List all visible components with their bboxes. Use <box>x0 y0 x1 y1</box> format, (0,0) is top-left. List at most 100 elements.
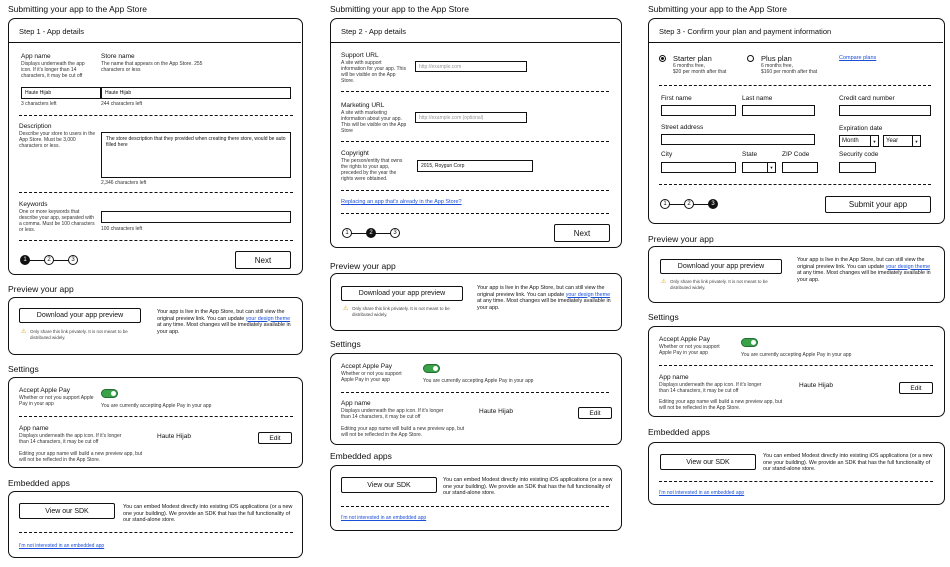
design-theme-link[interactable]: your design theme <box>886 264 930 270</box>
warning-icon: ⚠ <box>21 329 27 335</box>
submit-app-button[interactable]: Submit your app <box>825 196 931 213</box>
embedded-card: View our SDK You can embed Modest direct… <box>648 442 945 505</box>
chevron-down-icon: ▼ <box>870 136 878 146</box>
preview-card: Download your app preview ⚠ Only share t… <box>648 246 945 303</box>
view-sdk-button[interactable]: View our SDK <box>341 477 437 493</box>
view-sdk-button[interactable]: View our SDK <box>19 503 115 519</box>
step-title: Step 3 - Confirm your plan and payment i… <box>659 27 832 36</box>
download-preview-button[interactable]: Download your app preview <box>341 286 463 301</box>
not-interested-link[interactable]: I'm not interested in an embedded app <box>19 543 104 549</box>
app-name-input[interactable]: Haute Hijab <box>21 87 101 99</box>
divider <box>659 184 931 185</box>
apple-pay-toggle[interactable] <box>741 338 758 347</box>
warning-text: Only share this link privately. It is no… <box>670 279 768 290</box>
step3-card: Step 3 - Confirm your plan and payment i… <box>648 18 945 224</box>
edit-button[interactable]: Edit <box>899 382 933 394</box>
state-select[interactable]: ▼ <box>742 162 776 173</box>
section-heading: Embedded apps <box>8 478 70 488</box>
edit-button[interactable]: Edit <box>258 432 292 444</box>
marketing-url-label: Marketing URL <box>341 102 385 109</box>
city-input[interactable] <box>661 162 736 173</box>
last-name-input[interactable] <box>742 105 815 116</box>
first-name-input[interactable] <box>661 105 736 116</box>
street-input[interactable] <box>661 134 815 145</box>
replace-app-link[interactable]: Replacing an app that's already in the A… <box>341 199 462 206</box>
page-heading: Submitting your app to the App Store <box>8 4 147 14</box>
download-preview-button[interactable]: Download your app preview <box>19 308 141 323</box>
design-theme-link[interactable]: your design theme <box>566 292 610 298</box>
apple-pay-status: You are currently accepting Apple Pay in… <box>423 378 534 384</box>
warning-text: Only share this link privately. It is no… <box>352 306 450 317</box>
apple-pay-desc: Whether or not you support Apple Pay in … <box>341 371 402 384</box>
description-label: Description <box>19 123 52 130</box>
apple-pay-toggle[interactable] <box>423 364 440 373</box>
starter-plan-radio[interactable] <box>659 55 666 62</box>
not-interested-link[interactable]: I'm not interested in an embedded app <box>659 490 744 496</box>
copyright-input[interactable]: 2015, Roygun Corp <box>417 160 533 172</box>
divider <box>9 42 301 43</box>
description-textarea[interactable]: The store description that they provided… <box>101 132 291 178</box>
plus-plan-label: Plus plan <box>761 54 792 63</box>
app-name-value: Haute Hijab <box>157 433 191 440</box>
section-heading: Preview your app <box>8 284 74 294</box>
divider <box>19 416 293 417</box>
apple-pay-status: You are currently accepting Apple Pay in… <box>741 352 852 358</box>
support-url-input[interactable]: http://example.com <box>415 61 527 72</box>
zip-label: ZIP Code <box>782 151 810 158</box>
cc-number-label: Credit card number <box>839 95 895 102</box>
street-label: Street address <box>661 124 704 131</box>
apple-pay-toggle[interactable] <box>101 389 118 398</box>
year-select[interactable]: Year ▼ <box>883 135 921 147</box>
preview-info: Your app is live in the App Store, but c… <box>797 257 931 283</box>
settings-card: Accept Apple Pay Whether or not you supp… <box>8 377 303 468</box>
app-name-value: Haute Hijab <box>479 408 513 415</box>
keywords-input[interactable] <box>101 211 291 223</box>
settings-card: Accept Apple Pay Whether or not you supp… <box>330 353 622 445</box>
divider <box>341 141 609 142</box>
cc-number-input[interactable] <box>839 105 931 116</box>
divider <box>331 42 620 43</box>
preview-card: Download your app preview ⚠ Only share t… <box>8 297 303 355</box>
store-name-input[interactable]: Haute Hijab <box>101 87 291 99</box>
divider <box>341 392 609 393</box>
view-sdk-button[interactable]: View our SDK <box>660 454 756 470</box>
section-heading: Settings <box>8 364 39 374</box>
section-heading: Settings <box>648 312 679 322</box>
next-button[interactable]: Next <box>554 224 610 242</box>
plus-plan-radio[interactable] <box>747 55 754 62</box>
step-indicator-3: 3 <box>708 199 718 209</box>
section-heading: Preview your app <box>330 261 396 271</box>
preview-info: Your app is live in the App Store, but c… <box>157 309 291 335</box>
char-count: 244 characters left <box>101 101 143 107</box>
month-select[interactable]: Month ▼ <box>839 135 879 147</box>
step-indicator-1: 1 <box>20 255 30 265</box>
char-count: 100 characters left <box>101 226 143 232</box>
edit-button[interactable]: Edit <box>578 407 612 419</box>
download-preview-button[interactable]: Download your app preview <box>660 259 782 274</box>
step-indicator-3: 3 <box>68 255 78 265</box>
preview-info: Your app is live in the App Store, but c… <box>477 285 611 311</box>
not-interested-link[interactable]: I'm not interested in an embedded app <box>341 515 426 521</box>
keywords-desc: One or more keywords that describe your … <box>19 209 95 234</box>
app-name-label: App name <box>21 53 51 60</box>
copyright-label: Copyright <box>341 150 369 157</box>
store-name-desc: The name that appears on the App Store. … <box>101 61 203 74</box>
apple-pay-label: Accept Apple Pay <box>659 336 710 343</box>
compare-plans-link[interactable]: Compare plans <box>839 55 876 62</box>
char-count: 2,346 characters left <box>101 180 147 186</box>
first-name-label: First name <box>661 95 692 102</box>
app-name-label: App name <box>19 425 49 432</box>
edit-note: Editing your app name will build a new p… <box>19 451 143 464</box>
design-theme-link[interactable]: your design theme <box>246 316 290 322</box>
step-indicator-2: 2 <box>44 255 54 265</box>
app-name-desc: Displays underneath the app icon. If it'… <box>21 61 85 80</box>
divider <box>341 506 609 507</box>
marketing-url-input[interactable]: http://example.com (optional) <box>415 112 527 123</box>
city-label: City <box>661 151 673 158</box>
zip-input[interactable] <box>782 162 818 173</box>
security-code-input[interactable] <box>839 162 876 173</box>
support-url-desc: A site with support information for your… <box>341 60 406 85</box>
divider <box>19 192 293 193</box>
state-label: State <box>742 151 758 158</box>
next-button[interactable]: Next <box>235 251 291 269</box>
